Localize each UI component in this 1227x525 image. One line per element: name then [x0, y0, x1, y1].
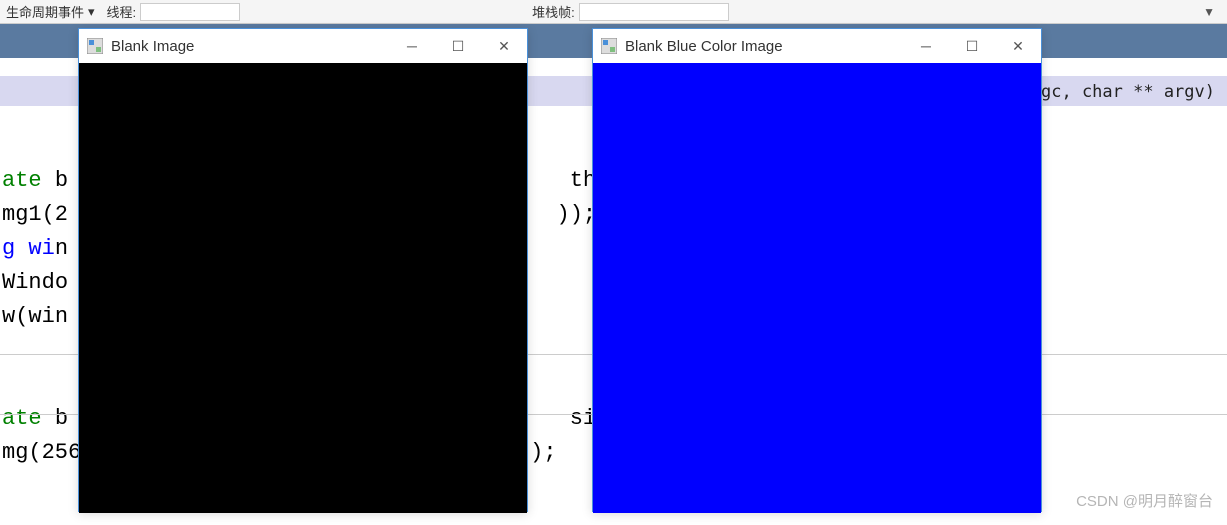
minimize-button[interactable]: ─	[903, 29, 949, 63]
stack-label: 堆栈帧:	[532, 2, 575, 21]
stack-frame-selector[interactable]: 堆栈帧:	[532, 2, 729, 21]
code-text: ate	[2, 406, 55, 431]
toolbar-overflow[interactable]: ▼	[1197, 5, 1221, 19]
window-blank-blue-image[interactable]: Blank Blue Color Image ─ ☐ ✕	[592, 28, 1042, 512]
window-controls: ─ ☐ ✕	[389, 29, 527, 63]
image-canvas-black	[79, 63, 527, 513]
close-icon: ✕	[1012, 38, 1024, 55]
close-icon: ✕	[498, 38, 510, 55]
app-icon	[87, 38, 103, 54]
close-button[interactable]: ✕	[995, 29, 1041, 63]
thread-dropdown[interactable]	[140, 3, 240, 21]
chevron-down-icon: ▾	[88, 4, 95, 20]
window-title: Blank Blue Color Image	[625, 38, 783, 55]
watermark: CSDN @明月醉窗台	[1076, 490, 1213, 511]
window-title: Blank Image	[111, 38, 194, 55]
lifecycle-events[interactable]: 生命周期事件 ▾	[6, 2, 95, 21]
ide-toolbar: 生命周期事件 ▾ 线程: 堆栈帧: ▼	[0, 0, 1227, 24]
minimize-icon: ─	[921, 38, 931, 54]
maximize-icon: ☐	[966, 38, 979, 55]
code-text: Wind	[2, 270, 55, 295]
image-canvas-blue	[593, 63, 1041, 513]
code-text: mg1(2	[2, 202, 68, 227]
app-icon	[601, 38, 617, 54]
stack-dropdown[interactable]	[579, 3, 729, 21]
code-text: w(wi	[2, 304, 55, 329]
minimize-icon: ─	[407, 38, 417, 54]
close-button[interactable]: ✕	[481, 29, 527, 63]
code-text: ate	[2, 168, 55, 193]
maximize-button[interactable]: ☐	[949, 29, 995, 63]
thread-label: 线程:	[107, 2, 137, 21]
titlebar[interactable]: Blank Image ─ ☐ ✕	[79, 29, 527, 63]
overflow-icon: ▼	[1203, 5, 1215, 19]
code-text: g wi	[2, 236, 55, 261]
titlebar[interactable]: Blank Blue Color Image ─ ☐ ✕	[593, 29, 1041, 63]
maximize-icon: ☐	[452, 38, 465, 55]
window-blank-image[interactable]: Blank Image ─ ☐ ✕	[78, 28, 528, 512]
thread-selector[interactable]: 线程:	[107, 2, 241, 21]
maximize-button[interactable]: ☐	[435, 29, 481, 63]
window-controls: ─ ☐ ✕	[903, 29, 1041, 63]
lifecycle-label: 生命周期事件	[6, 2, 84, 21]
minimize-button[interactable]: ─	[389, 29, 435, 63]
